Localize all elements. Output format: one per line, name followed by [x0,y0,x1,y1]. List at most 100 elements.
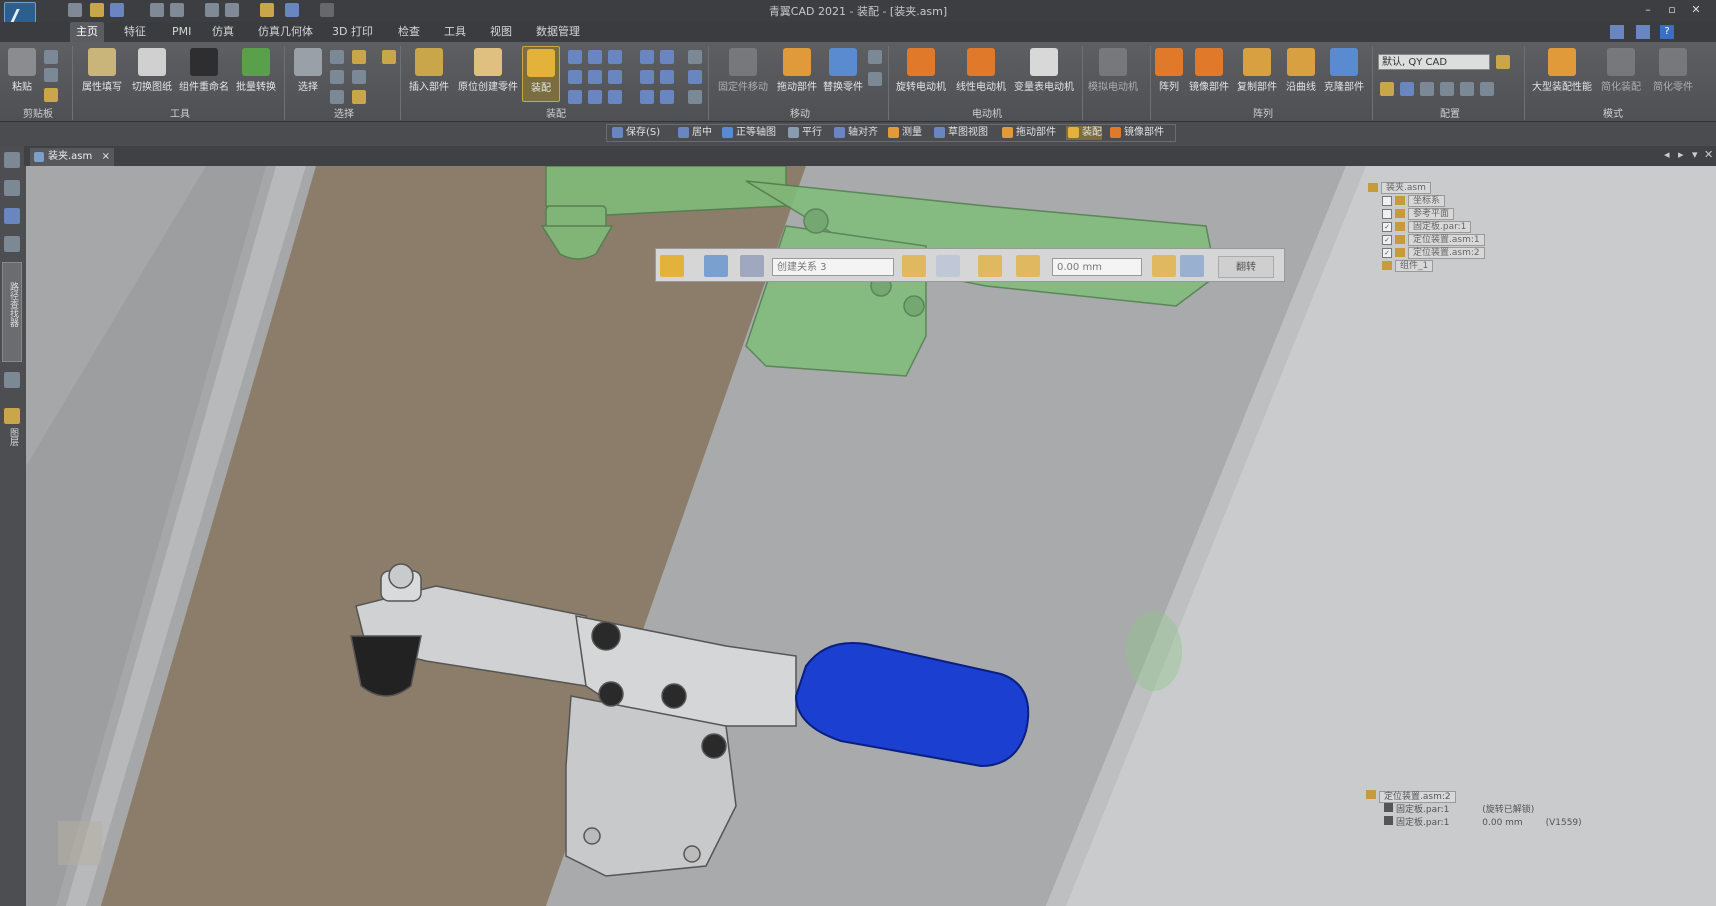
tree-checkbox[interactable]: ✓ [1382,234,1392,245]
rel-5-icon[interactable] [588,70,602,84]
relation-type-select[interactable]: 创建关系 3 [772,258,894,276]
tab-right-arrow-icon[interactable]: ▸ [1678,148,1684,161]
sim-motor-button[interactable]: 模拟电动机 [1084,46,1142,102]
rel-6-icon[interactable] [608,70,622,84]
tree-root[interactable]: 装夹.asm [1368,182,1568,195]
tree-item[interactable]: ✓ 定位装置.asm:2 [1368,247,1568,260]
tab-1[interactable]: 特征 [118,22,152,42]
cmd-bar-item-0[interactable]: 保存(S) [610,126,660,140]
doc-tab-close-icon[interactable]: × [102,148,110,166]
rel-2-icon[interactable] [588,50,602,64]
tab-8[interactable]: 视图 [484,22,518,42]
cmd-bar-item-3[interactable]: 平行 [786,126,822,140]
cmd-bar-item-9[interactable]: 镜像部件 [1108,126,1164,140]
select-f-icon[interactable] [352,90,366,104]
rel-9-icon[interactable] [608,90,622,104]
minimize-icon[interactable]: – [1640,2,1656,18]
lin-motor-button[interactable]: 线性电动机 [952,46,1010,102]
tree-item[interactable]: 参考平面 [1368,208,1568,221]
select-d-icon[interactable] [352,70,366,84]
insert-part-button[interactable]: 插入部件 [404,46,454,102]
cmd-bar-item-4[interactable]: 轴对齐 [832,126,878,140]
rel-14-icon[interactable] [640,90,654,104]
tree-checkbox[interactable] [1382,195,1392,206]
replace-part-button[interactable]: 替换零件 [820,46,866,102]
tree-item[interactable]: 坐标系 [1368,195,1568,208]
cmd-bar-item-1[interactable]: 居中 [676,126,712,140]
cut-icon[interactable] [44,50,58,64]
library-icon[interactable] [4,236,20,252]
cmd-bar-item-7[interactable]: 拖动部件 [1000,126,1056,140]
select-g-icon[interactable] [382,50,396,64]
cmd-bar-item-5[interactable]: 测量 [886,126,922,140]
ft-parts-icon[interactable] [740,255,764,277]
cmd-bar-item-2[interactable]: 正等轴图 [720,126,776,140]
ft-align-icon[interactable] [978,255,1002,277]
tree-checkbox[interactable]: ✓ [1382,221,1392,232]
style-icon[interactable] [1636,25,1650,39]
attr-fill-button[interactable]: 属性填写 [78,46,126,102]
pathfinder-icon[interactable] [4,152,20,168]
simplify-assembly-button[interactable]: 简化装配 [1596,46,1646,102]
ft-offset-type-icon[interactable] [1016,255,1040,277]
cfg-b-icon[interactable] [1400,82,1414,96]
select-a-icon[interactable] [330,50,344,64]
cfg-f-icon[interactable] [1480,82,1494,96]
layer-panel-icon[interactable] [4,408,20,424]
batch-convert-button[interactable]: 批量转换 [232,46,280,102]
copy-part-button[interactable]: 复制部件 [1234,46,1280,102]
tools-icon[interactable] [4,180,20,196]
large-perf-button[interactable]: 大型装配性能 [1528,46,1596,102]
rot-motor-button[interactable]: 旋转电动机 [892,46,950,102]
cmd-bar-item-8[interactable]: 装配 [1066,126,1102,140]
tab-7[interactable]: 工具 [438,22,472,42]
fix-move-button[interactable]: 固定件移动 [712,46,774,102]
tab-9[interactable]: 数据管理 [530,22,586,42]
drag-part-button[interactable]: 拖动部件 [774,46,820,102]
ft-rotate-lock-icon[interactable] [1152,255,1176,277]
rel-15-icon[interactable] [660,90,674,104]
restore-icon[interactable]: ▫ [1664,2,1680,18]
rename-button[interactable]: 组件重命名 [176,46,232,102]
ft-assemble-icon[interactable] [660,255,684,277]
rel-12-icon[interactable] [640,70,654,84]
mirror-button[interactable]: 镜像部件 [1186,46,1232,102]
move-a-icon[interactable] [868,50,882,64]
cfg-a-icon[interactable] [1380,82,1394,96]
format-painter-icon[interactable] [44,88,58,102]
tab-0[interactable]: 主页 [70,22,104,42]
ft-relation-icon[interactable] [902,255,926,277]
layout-icon[interactable] [1610,25,1624,39]
doc-close-icon[interactable]: ✕ [1704,148,1713,161]
ft-options-icon[interactable] [704,255,728,277]
view-cube[interactable] [58,821,102,865]
select-c-icon[interactable] [330,70,344,84]
inplace-create-button[interactable]: 原位创建零件 [456,46,520,102]
config-select[interactable]: 默认, QY CAD [1378,54,1490,70]
flip-button[interactable]: 翻转 [1218,256,1274,278]
relation-row[interactable]: 固定板.par:1 0.00 mm (V1559) [1366,816,1666,829]
tab-menu-icon[interactable]: ▾ [1692,148,1698,161]
rel-13-icon[interactable] [660,70,674,84]
paste-button[interactable]: 粘贴 [4,46,40,102]
rel-10-icon[interactable] [640,50,654,64]
tab-2[interactable]: PMI [166,22,197,42]
tree-checkbox[interactable]: ✓ [1382,247,1392,258]
close-icon[interactable]: ✕ [1688,2,1704,18]
relation-row[interactable]: 固定板.par:1 (旋转已解锁) [1366,803,1666,816]
var-motor-button[interactable]: 变量表电动机 [1010,46,1078,102]
ft-rotate-icon[interactable] [1180,255,1204,277]
move-b-icon[interactable] [868,72,882,86]
ft-list-icon[interactable] [936,255,960,277]
rel-18-icon[interactable] [688,90,702,104]
select-e-icon[interactable] [330,90,344,104]
rel-11-icon[interactable] [660,50,674,64]
clone-button[interactable]: 克隆部件 [1320,46,1368,102]
layer-icon[interactable] [4,372,20,388]
cfg-c-icon[interactable] [1420,82,1434,96]
select-b-icon[interactable] [352,50,366,64]
tab-left-arrow-icon[interactable]: ◂ [1664,148,1670,161]
help-panel-icon[interactable] [4,208,20,224]
rel-16-icon[interactable] [688,50,702,64]
offset-value-input[interactable]: 0.00 mm [1052,258,1142,276]
